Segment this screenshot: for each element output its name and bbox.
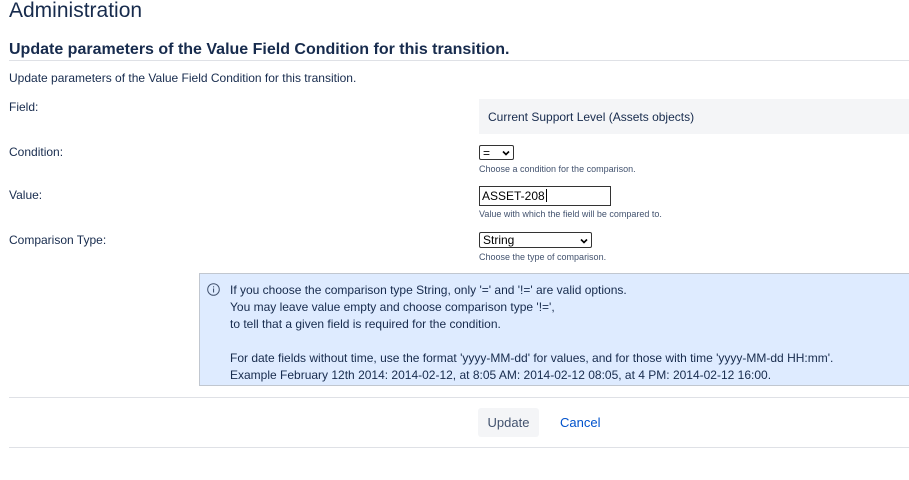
info-message: If you choose the comparison type String… (199, 273, 909, 386)
value-input[interactable] (479, 186, 611, 206)
field-value-box: Current Support Level (Assets objects) (479, 99, 909, 134)
form-description: Update parameters of the Value Field Con… (9, 71, 357, 85)
field-value: Current Support Level (Assets objects) (488, 110, 695, 124)
update-button[interactable]: Update (478, 408, 539, 437)
value-help: Value with which the field will be compa… (479, 209, 662, 219)
info-line: to tell that a given field is required f… (230, 317, 501, 331)
comparison-type-select[interactable]: String (479, 232, 592, 248)
info-icon (207, 283, 220, 296)
cancel-link[interactable]: Cancel (560, 415, 600, 430)
heading-divider (9, 60, 909, 61)
comparison-type-label: Comparison Type: (9, 233, 107, 247)
info-text: If you choose the comparison type String… (230, 282, 833, 384)
info-line: You may leave value empty and choose com… (230, 300, 555, 314)
condition-selected-value: = (483, 146, 491, 160)
footer-divider (9, 397, 909, 398)
page: Administration Update parameters of the … (0, 0, 909, 480)
text-caret (546, 189, 547, 202)
condition-select[interactable]: = (479, 145, 514, 160)
info-line: If you choose the comparison type String… (230, 283, 627, 297)
footer-divider-bottom (9, 447, 909, 448)
condition-help: Choose a condition for the comparison. (479, 164, 636, 174)
condition-label: Condition: (9, 145, 64, 159)
chevron-down-icon (580, 238, 588, 244)
comparison-type-selected-value: String (483, 233, 515, 247)
chevron-down-icon (502, 150, 510, 156)
info-line: For date fields without time, use the fo… (230, 351, 834, 365)
field-label: Field: (9, 100, 39, 114)
form-heading: Update parameters of the Value Field Con… (9, 41, 510, 58)
page-title: Administration (9, 0, 143, 22)
info-line: Example February 12th 2014: 2014-02-12, … (230, 368, 772, 382)
value-label: Value: (9, 188, 43, 202)
comparison-type-help: Choose the type of comparison. (479, 252, 607, 262)
